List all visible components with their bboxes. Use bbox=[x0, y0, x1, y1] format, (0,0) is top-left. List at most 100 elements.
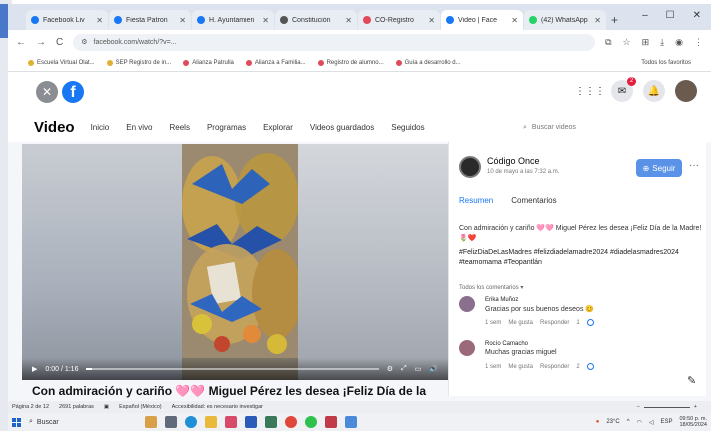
bookmark-item[interactable]: Alianza a Familia... bbox=[245, 59, 306, 66]
comment-author[interactable]: Erika Muñoz bbox=[485, 297, 518, 303]
zoom-slider[interactable] bbox=[643, 406, 690, 408]
browser-tab[interactable]: Constitución ✕ bbox=[275, 10, 357, 30]
browser-tab[interactable]: (42) WhatsApp ✕ bbox=[524, 10, 606, 30]
tab-close-icon[interactable]: ✕ bbox=[428, 16, 435, 25]
search-input[interactable]: ⌕ Buscar videos bbox=[513, 119, 653, 136]
minimize-button[interactable]: – bbox=[642, 10, 648, 21]
more-options-icon[interactable]: ··· bbox=[689, 160, 699, 171]
all-comments-filter[interactable]: Todos los comentarios ▾ bbox=[459, 284, 523, 291]
windows-start-icon[interactable] bbox=[12, 417, 21, 427]
play-icon[interactable]: ▶ bbox=[32, 365, 37, 373]
input-language[interactable]: ESP bbox=[660, 419, 672, 425]
comment-time[interactable]: 1 sem bbox=[485, 364, 501, 370]
weather-icon[interactable]: ● bbox=[596, 419, 600, 425]
zoom-control[interactable]: − + bbox=[637, 404, 697, 410]
address-bar[interactable]: ⚙ facebook.com/watch/?v=... bbox=[73, 33, 596, 51]
close-window-button[interactable]: ✕ bbox=[693, 10, 701, 21]
bookmark-item[interactable]: Registro de alumno... bbox=[317, 59, 384, 66]
taskbar-explorer-icon[interactable] bbox=[205, 416, 217, 428]
taskbar-taskview-icon[interactable] bbox=[165, 416, 177, 428]
taskbar-app-icon[interactable] bbox=[345, 416, 357, 428]
video-nav-programas[interactable]: Programas bbox=[207, 123, 246, 132]
split-screen-icon[interactable]: ⊞ bbox=[642, 37, 650, 48]
reply-link[interactable]: Responder bbox=[540, 364, 569, 370]
tab-summary[interactable]: Resumen bbox=[459, 196, 493, 205]
bookmark-item[interactable]: SEP Registro de in... bbox=[106, 59, 171, 66]
video-progress-bar[interactable] bbox=[86, 368, 379, 370]
video-nav-en-vivo[interactable]: En vivo bbox=[126, 123, 152, 132]
all-favorites-link[interactable]: Todos los favoritos bbox=[641, 60, 691, 66]
reload-button[interactable]: C bbox=[56, 37, 63, 48]
browser-tab[interactable]: Facebook Liv ✕ bbox=[26, 10, 108, 30]
edit-icon[interactable]: ✎ bbox=[687, 374, 696, 387]
extensions-icon[interactable]: ⧉ bbox=[605, 37, 611, 48]
browser-tab[interactable]: H. Ayuntamien ✕ bbox=[192, 10, 274, 30]
page-name[interactable]: Código Once bbox=[487, 156, 540, 166]
favorite-star-icon[interactable]: ☆ bbox=[623, 37, 631, 48]
taskbar-app-icon[interactable] bbox=[325, 416, 337, 428]
like-link[interactable]: Me gusta bbox=[508, 320, 533, 326]
taskbar-app-icon[interactable] bbox=[265, 416, 277, 428]
taskbar-word-icon[interactable] bbox=[245, 416, 257, 428]
settings-gear-icon[interactable]: ⚙ bbox=[387, 365, 393, 373]
messenger-icon[interactable]: ✉ 2 bbox=[611, 77, 636, 102]
zoom-in-icon[interactable]: + bbox=[694, 404, 697, 410]
new-tab-button[interactable]: + bbox=[611, 13, 618, 27]
taskbar-whatsapp-icon[interactable] bbox=[305, 416, 317, 428]
taskbar-widgets-icon[interactable] bbox=[145, 416, 157, 428]
avatar[interactable] bbox=[459, 296, 475, 312]
proofing-icon[interactable]: ▣ bbox=[104, 404, 109, 410]
volume-icon[interactable]: 🔊 bbox=[429, 365, 438, 373]
tab-close-icon[interactable]: ✕ bbox=[345, 16, 352, 25]
taskbar-app-icon[interactable] bbox=[225, 416, 237, 428]
comment-time[interactable]: 1 sem bbox=[485, 320, 501, 326]
browser-tab[interactable]: Fiesta Patron ✕ bbox=[109, 10, 191, 30]
browser-tab[interactable]: CO-Registro ✕ bbox=[358, 10, 440, 30]
temperature[interactable]: 23°C bbox=[606, 419, 619, 425]
notifications-bell-icon[interactable]: 🔔 bbox=[643, 80, 665, 102]
download-icon[interactable]: ⤓ bbox=[660, 37, 664, 48]
menu-dots-icon[interactable]: ⋮ bbox=[694, 37, 703, 48]
browser-tab-active[interactable]: Video | Face ✕ bbox=[441, 10, 523, 30]
video-nav-guardados[interactable]: Videos guardados bbox=[310, 123, 374, 132]
wifi-icon[interactable]: ◠ bbox=[637, 419, 642, 426]
forward-button[interactable]: → bbox=[36, 37, 46, 48]
post-hashtags[interactable]: #FelizDiaDeLasMadres #felizdiadelamadre2… bbox=[459, 248, 703, 268]
volume-icon[interactable]: ◁ bbox=[649, 419, 654, 426]
taskbar-chrome-icon[interactable] bbox=[285, 416, 297, 428]
zoom-out-icon[interactable]: − bbox=[637, 404, 640, 410]
site-info-icon[interactable]: ⚙ bbox=[81, 38, 87, 46]
taskbar-edge-icon[interactable] bbox=[185, 416, 197, 428]
page-count[interactable]: Página 2 de 12 bbox=[12, 404, 49, 410]
post-date[interactable]: 10 de mayo a las 7:32 a.m. bbox=[487, 169, 559, 175]
fullscreen-icon[interactable]: ⤢ bbox=[401, 365, 407, 373]
profile-icon[interactable]: ◉ bbox=[675, 37, 683, 48]
avatar[interactable] bbox=[675, 80, 697, 102]
close-icon[interactable]: ✕ bbox=[36, 81, 58, 103]
maximize-button[interactable]: ☐ bbox=[666, 10, 675, 21]
taskbar-search[interactable]: ⌕ Buscar bbox=[29, 418, 109, 426]
like-link[interactable]: Me gusta bbox=[508, 364, 533, 370]
video-player[interactable]: ▶ 0:00 / 1:16 ⚙ ⤢ ▭ 🔊 bbox=[22, 144, 448, 380]
accessibility-status[interactable]: Accesibilidad: es necesario investigar bbox=[172, 404, 263, 410]
bookmark-item[interactable]: Guía a desarrollo d... bbox=[395, 59, 461, 66]
reply-link[interactable]: Responder bbox=[540, 320, 569, 326]
follow-button[interactable]: ⊕ Seguir bbox=[636, 159, 682, 177]
word-count[interactable]: 2691 palabras bbox=[59, 404, 94, 410]
clock[interactable]: 09:50 p. m. 18/05/2024 bbox=[679, 416, 707, 428]
tab-comments[interactable]: Comentarios bbox=[511, 196, 556, 205]
video-nav-explorar[interactable]: Explorar bbox=[263, 123, 293, 132]
pip-icon[interactable]: ▭ bbox=[415, 365, 422, 373]
tab-close-icon[interactable]: ✕ bbox=[511, 16, 518, 25]
bookmark-item[interactable]: Alianza Patrulla bbox=[183, 59, 234, 66]
facebook-logo[interactable]: f bbox=[62, 81, 84, 103]
page-avatar[interactable] bbox=[459, 156, 481, 178]
avatar[interactable] bbox=[459, 340, 475, 356]
tray-chevron-icon[interactable]: ^ bbox=[627, 419, 630, 425]
tab-close-icon[interactable]: ✕ bbox=[594, 16, 601, 25]
back-button[interactable]: ← bbox=[16, 37, 26, 48]
language-status[interactable]: Español (México) bbox=[119, 404, 162, 410]
menu-grid-icon[interactable]: ⋮⋮⋮ bbox=[575, 80, 605, 102]
video-nav-inicio[interactable]: Inicio bbox=[91, 123, 110, 132]
bookmark-item[interactable]: Escuela Virtual Olat... bbox=[28, 59, 95, 66]
